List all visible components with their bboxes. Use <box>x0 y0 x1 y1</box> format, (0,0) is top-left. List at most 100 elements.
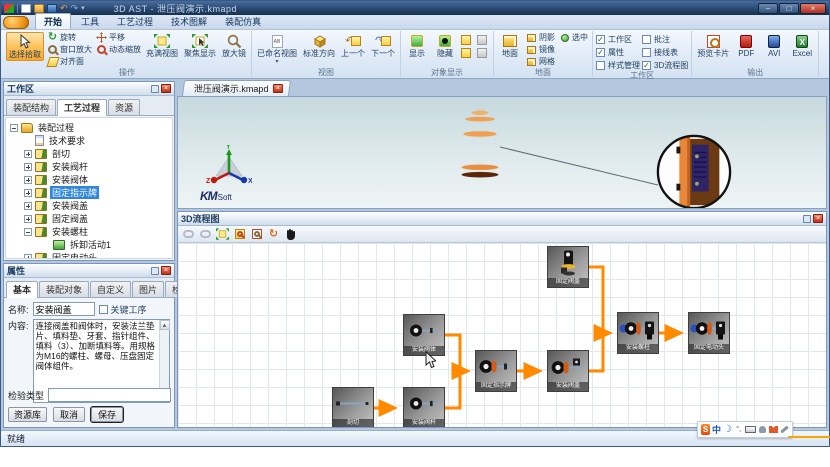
flow-node-fix-indicator[interactable]: 固定指示牌 <box>475 350 517 392</box>
link-tool-icon[interactable] <box>182 228 195 241</box>
align-face-button[interactable]: 对齐面 <box>46 56 93 67</box>
checkbox-3d-flowchart[interactable]: 3D流程图 <box>642 60 688 71</box>
pan-hand-icon[interactable] <box>284 228 297 241</box>
expand-icon[interactable] <box>24 189 32 197</box>
zoom-window-canvas-icon[interactable] <box>250 228 263 241</box>
tree-item[interactable]: 剖切 <box>8 147 170 160</box>
maximize-button[interactable]: □ <box>779 3 799 14</box>
key-process-checkbox[interactable]: 关键工序 <box>99 303 147 316</box>
flowchart-close-icon[interactable]: × <box>813 214 823 223</box>
dynamic-zoom-button[interactable]: 动态缩放 <box>95 44 142 55</box>
expand-icon[interactable] <box>24 202 32 210</box>
expand-icon[interactable] <box>24 176 32 184</box>
zoom-in-canvas-icon[interactable] <box>233 228 246 241</box>
fit-canvas-icon[interactable] <box>216 228 229 241</box>
skin-icon[interactable] <box>769 424 778 435</box>
hide-button[interactable]: 隐藏 <box>432 32 458 59</box>
application-menu-button[interactable] <box>3 16 29 29</box>
show-button[interactable]: 显示 <box>404 32 430 59</box>
inspect-type-input[interactable] <box>48 388 171 402</box>
sogou-logo-icon[interactable]: S <box>701 424 710 435</box>
magnifier-button[interactable]: 放大镜 <box>220 32 248 59</box>
tree-item[interactable]: 拆卸活动1 <box>8 238 170 251</box>
open-file-button[interactable] <box>34 4 44 13</box>
display-option-3-button[interactable] <box>460 47 471 58</box>
flow-node-fix-electric-head[interactable]: 固定电动头 <box>688 312 730 354</box>
pan-button[interactable]: 平移 <box>95 32 142 43</box>
named-views-button[interactable]: AB 已命名视图 ▾ <box>255 32 299 68</box>
flow-node-install-studs[interactable]: 安装螺柱 <box>617 312 659 354</box>
flow-node-fix-valve-cover[interactable]: 固定阀盖 <box>547 246 589 288</box>
document-close-icon[interactable]: × <box>272 84 282 93</box>
tab-assembly-structure[interactable]: 装配结构 <box>6 99 56 115</box>
resource-library-button[interactable]: 资源库 <box>8 407 47 422</box>
tree-item[interactable]: 固定电动头 <box>8 251 170 259</box>
tab-assembly-object[interactable]: 装配对象 <box>39 281 89 297</box>
tree-item[interactable]: 安装阀盖 <box>8 199 170 212</box>
flow-node-install-valve-cover[interactable]: 安装阀盖 <box>547 350 589 392</box>
export-avi-button[interactable]: AVI <box>761 32 787 59</box>
export-pdf-button[interactable]: PDF <box>733 32 759 59</box>
collapse-icon[interactable] <box>24 228 32 236</box>
redo-button[interactable]: ↷ <box>71 4 79 13</box>
soft-keyboard-icon[interactable] <box>745 424 756 435</box>
new-document-button[interactable] <box>21 4 31 13</box>
punctuation-mode-icon[interactable]: °, <box>734 424 743 435</box>
tab-assembly-simulation[interactable]: 装配仿真 <box>217 14 269 29</box>
named-views-dropdown-icon[interactable]: ▾ <box>275 58 278 67</box>
expand-icon[interactable] <box>24 215 32 223</box>
pin-icon[interactable] <box>151 267 159 275</box>
collapse-icon[interactable] <box>10 124 18 132</box>
grid-button[interactable]: 网格 <box>525 56 556 67</box>
tab-picture[interactable]: 图片 <box>132 281 164 297</box>
display-option-1-button[interactable] <box>460 34 471 45</box>
tree-item-selected[interactable]: 固定指示牌 <box>8 186 170 199</box>
selected-button[interactable]: 选中 <box>558 32 589 43</box>
tree-item[interactable]: 技术要求 <box>8 134 170 147</box>
flowchart-canvas[interactable]: 固定阀盖 安装阀体 固定指示牌 安装阀盖 剖切 安装阀杆 安装螺柱 固定电动头 <box>178 243 826 427</box>
viewport-3d[interactable]: Y Z X KMSoft <box>177 96 827 209</box>
checkbox-wiring-table[interactable]: 接线表 <box>642 47 688 58</box>
pin-icon[interactable] <box>151 85 159 93</box>
flow-node-install-valve-stem[interactable]: 安装阀杆 <box>403 387 445 427</box>
focus-display-button[interactable]: 聚焦显示 <box>182 32 218 59</box>
tree-item[interactable]: 安装螺柱 <box>8 225 170 238</box>
flow-node-section-cut[interactable]: 剖切 <box>332 387 374 427</box>
tab-basic[interactable]: 基本 <box>6 281 38 298</box>
checkbox-annotation[interactable]: 批注 <box>642 34 688 45</box>
workspace-close-icon[interactable]: × <box>161 84 171 93</box>
cancel-button[interactable]: 取消 <box>53 407 85 422</box>
shadow-button[interactable]: 阴影 <box>525 32 556 43</box>
properties-close-icon[interactable]: × <box>161 266 171 275</box>
tab-resources[interactable]: 资源 <box>108 99 140 115</box>
user-icon[interactable] <box>758 424 767 435</box>
fit-view-button[interactable]: 充满视图 <box>144 32 180 59</box>
tab-process-tree[interactable]: 工艺过程 <box>57 99 107 116</box>
preview-card-button[interactable]: 预览卡片 <box>695 32 731 59</box>
qat-dropdown-icon[interactable]: ▾ <box>81 4 85 13</box>
tree-item[interactable]: 安装阀体 <box>8 173 170 186</box>
scroll-up-icon[interactable]: ▲ <box>160 320 170 330</box>
next-view-button[interactable]: ↷ 下一个 <box>369 32 397 59</box>
export-excel-button[interactable]: X Excel <box>789 32 815 59</box>
tree-item[interactable]: 安装阀杆 <box>8 160 170 173</box>
fullwidth-mode-icon[interactable]: ☽ <box>723 424 732 435</box>
select-pick-button[interactable]: 选择拾取 <box>6 32 44 61</box>
name-input[interactable] <box>33 302 95 316</box>
document-tab[interactable]: 泄压阀演示.kmapd × <box>182 80 291 96</box>
save-button[interactable]: 保存 <box>91 407 123 422</box>
save-button[interactable] <box>47 4 57 13</box>
flow-node-install-valve-body[interactable]: 安装阀体 <box>403 314 445 356</box>
standard-orientation-button[interactable]: 标准方向 <box>301 32 337 59</box>
undo-button[interactable]: ↶ <box>60 4 68 13</box>
previous-view-button[interactable]: ↶ 上一个 <box>339 32 367 59</box>
ime-toolbar[interactable]: S 中 ☽ °, <box>697 421 793 438</box>
minimize-button[interactable]: – <box>758 3 778 14</box>
display-option-4-button[interactable] <box>476 47 487 58</box>
tab-custom[interactable]: 自定义 <box>90 281 131 297</box>
chinese-mode-icon[interactable]: 中 <box>712 424 721 435</box>
rotate-button[interactable]: ↻旋转 <box>46 32 93 43</box>
pin-icon[interactable] <box>803 215 811 223</box>
ground-button[interactable]: 地面 <box>497 32 523 59</box>
unlink-tool-icon[interactable] <box>199 228 212 241</box>
